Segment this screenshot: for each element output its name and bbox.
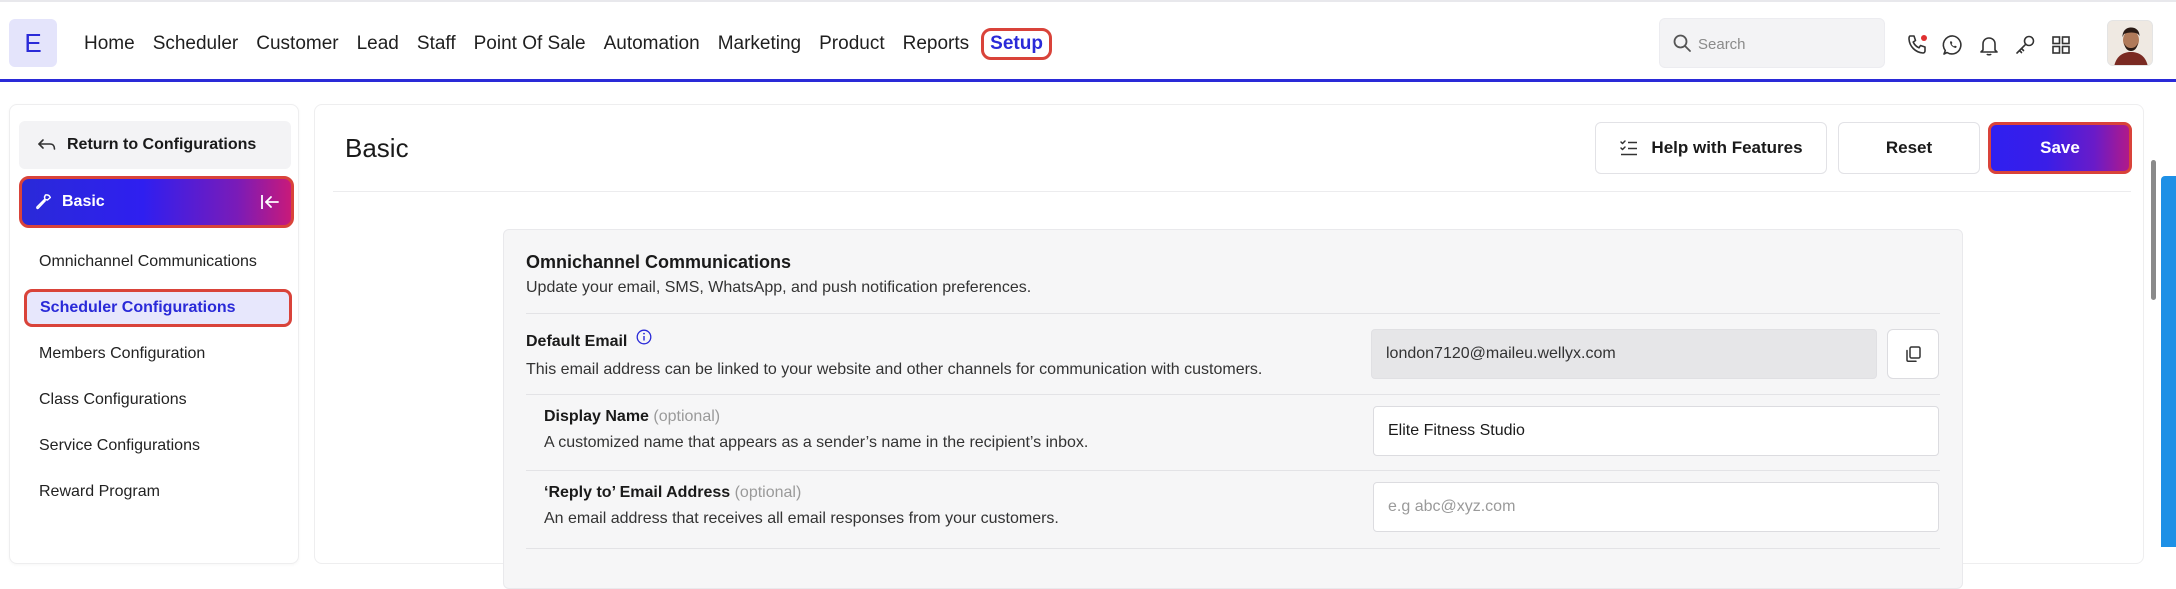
nav-item-home[interactable]: Home — [76, 28, 143, 60]
sidebar-item-omnichannel-communications[interactable]: Omnichannel Communications — [10, 239, 300, 285]
bell-icon[interactable] — [1977, 33, 2001, 57]
nav-item-customer[interactable]: Customer — [248, 28, 346, 60]
nav-item-setup[interactable]: Setup — [981, 28, 1052, 60]
page-title: Basic — [345, 133, 409, 163]
page-scrollbar-thumb[interactable] — [2151, 160, 2156, 300]
display-name-optional-tag: (optional) — [653, 408, 721, 425]
search-box[interactable] — [1659, 18, 1885, 68]
back-arrow-icon — [38, 139, 56, 150]
main-nav: Home Scheduler Customer Lead Staff Point… — [76, 28, 1054, 60]
omnichannel-communications-card: Omnichannel Communications Update your e… — [503, 229, 1963, 589]
nav-item-staff[interactable]: Staff — [409, 28, 464, 60]
display-name-label-group: Display Name (optional) — [544, 408, 720, 426]
nav-item-reports[interactable]: Reports — [895, 28, 978, 60]
main-content-panel: Basic Help with Features Reset Save Omni… — [314, 104, 2144, 589]
display-name-label: Display Name — [544, 408, 649, 425]
reply-to-label: ‘Reply to’ Email Address — [544, 484, 731, 501]
default-email-description: This email address can be linked to your… — [526, 361, 1263, 378]
reply-to-optional-tag: (optional) — [734, 484, 802, 501]
reply-to-email-input[interactable] — [1388, 498, 1938, 516]
display-name-input[interactable] — [1388, 422, 1938, 440]
card-title: Omnichannel Communications — [526, 252, 792, 272]
phone-icon[interactable] — [1905, 33, 1929, 57]
app-logo[interactable]: E — [9, 19, 57, 67]
reset-button[interactable]: Reset — [1838, 122, 1980, 174]
display-name-description: A customized name that appears as a send… — [544, 434, 1089, 451]
sidebar-item-scheduler-configurations[interactable]: Scheduler Configurations — [24, 289, 292, 327]
side-panel-edge — [2161, 176, 2176, 547]
key-icon[interactable] — [2013, 33, 2037, 57]
sidebar-item-service-configurations[interactable]: Service Configurations — [10, 423, 300, 469]
return-label: Return to Configurations — [67, 136, 257, 153]
help-with-features-button[interactable]: Help with Features — [1595, 122, 1827, 174]
return-to-configurations-button[interactable]: Return to Configurations — [19, 121, 291, 169]
header-divider — [333, 191, 2131, 192]
nav-item-lead[interactable]: Lead — [349, 28, 407, 60]
toolbar-icons — [1905, 33, 2073, 57]
copy-icon — [1906, 346, 1921, 363]
basic-section-header[interactable]: Basic — [19, 176, 294, 228]
help-with-features-label: Help with Features — [1651, 138, 1803, 157]
wrench-icon — [36, 194, 52, 210]
default-email-field: london7120@maileu.wellyx.com — [1371, 329, 1877, 379]
card-divider — [526, 470, 1940, 471]
top-navbar: E Home Scheduler Customer Lead Staff Poi… — [0, 0, 2176, 82]
basic-section-label: Basic — [62, 193, 105, 210]
reply-to-email-field[interactable] — [1373, 482, 1939, 532]
nav-item-automation[interactable]: Automation — [596, 28, 708, 60]
nav-item-product[interactable]: Product — [811, 28, 892, 60]
user-avatar[interactable] — [2107, 20, 2153, 66]
display-name-field[interactable] — [1373, 406, 1939, 456]
default-email-value: london7120@maileu.wellyx.com — [1386, 345, 1616, 362]
config-sidebar: Return to Configurations Basic Omnichann… — [9, 104, 299, 564]
whatsapp-icon[interactable] — [1941, 33, 1965, 57]
nav-item-marketing[interactable]: Marketing — [710, 28, 809, 60]
copy-email-button[interactable] — [1887, 329, 1939, 379]
search-input[interactable] — [1698, 31, 1878, 57]
checklist-icon — [1620, 140, 1638, 156]
default-email-label-group: Default Email — [526, 329, 652, 351]
apps-grid-icon[interactable] — [2049, 33, 2073, 57]
default-email-label: Default Email — [526, 333, 628, 350]
sidebar-menu: Omnichannel Communications Scheduler Con… — [10, 239, 300, 515]
card-divider — [526, 394, 1940, 395]
reply-to-label-group: ‘Reply to’ Email Address (optional) — [544, 484, 801, 502]
sidebar-item-class-configurations[interactable]: Class Configurations — [10, 377, 300, 423]
info-icon[interactable] — [636, 329, 652, 345]
card-divider — [526, 313, 1940, 314]
nav-item-scheduler[interactable]: Scheduler — [145, 28, 247, 60]
card-divider — [526, 548, 1940, 549]
card-subtitle: Update your email, SMS, WhatsApp, and pu… — [526, 279, 1032, 296]
sidebar-item-reward-program[interactable]: Reward Program — [10, 469, 300, 515]
reply-to-description: An email address that receives all email… — [544, 510, 1059, 527]
nav-item-point-of-sale[interactable]: Point Of Sale — [466, 28, 594, 60]
save-button[interactable]: Save — [1988, 122, 2132, 174]
collapse-sidebar-icon[interactable] — [259, 192, 281, 212]
search-icon — [1673, 34, 1691, 52]
sidebar-item-members-configuration[interactable]: Members Configuration — [10, 331, 300, 377]
